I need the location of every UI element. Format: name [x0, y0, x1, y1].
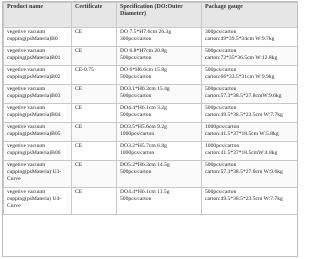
product-name-cell: vegetive vacuum cupping(psMateria)B05 [3, 122, 72, 142]
specification-cell: DO4.4*H6.1cm 3.2g 500pcs/carton [116, 103, 202, 123]
package-line: 500pcs/carton [205, 86, 237, 92]
package-line: carton:57.3*38.5*27.8cmW:9.6kg [205, 93, 282, 99]
certificate-cell: CE [71, 122, 117, 142]
table-row: vegetive vacuum cupping(psMateria)B03 CE… [3, 84, 297, 104]
table-row: vegetive vacuum cupping(psMateria) U3-Cu… [3, 160, 297, 188]
certificate-cell: CE [71, 141, 117, 161]
table-row: vegetive vacuum cupping(psMateria) U4-Cu… [3, 187, 297, 215]
package-gauge-cell: 500pcs/carton carton:57.3*38.5*27.8cmW:9… [201, 84, 297, 104]
product-name-cell: vegetive vacuum cupping(psMateria)B06 [3, 141, 72, 161]
spec-line: 1000pcs/carton [120, 150, 155, 156]
product-name-cell: vegetive vacuum cupping(psMateria)B01 [3, 46, 72, 66]
spec-line: DO4.4*H6.1cm 3.2g [120, 105, 167, 111]
spec-line: 500pcs/carton [120, 169, 152, 175]
spec-line: 500pcs/carton [120, 93, 152, 99]
table-header-row: Product name Certificate Specification (… [3, 2, 297, 28]
package-line: 500pcs/carton [205, 48, 237, 54]
certificate-cell: CE-0.75 [71, 65, 117, 85]
certificate-cell: CE [71, 27, 117, 47]
spec-line: DO3.5*H5.6cm 9.2g [120, 124, 167, 130]
table-row: vegetive vacuum cupping(psMateria)B01 CE… [3, 46, 297, 66]
product-name-cell: vegetive vacuum cupping(psMateria)B03 [3, 84, 72, 104]
table-row: vegetive vacuum cupping(psMateria)B0 CE … [3, 27, 297, 47]
spec-line: 500pcs/carton [120, 74, 152, 80]
package-line: 1000pcs/carton [205, 124, 240, 130]
certificate-cell: CE [71, 187, 117, 215]
spec-line: DO 7.5*H7.6cm 26.3g [120, 29, 172, 35]
specification-cell: DO3.2*H5.7cm 6.8g 1000pcs/carton [116, 141, 202, 161]
spec-line: DO4.4*H6.1cm 11.5g [120, 189, 170, 195]
package-line: 500pcs/carton [205, 162, 237, 168]
package-line: carton:41.5*37*18.5cm W:5.8kg [205, 131, 279, 137]
specification-cell: DO5.2*H6.3cm 14.5g 500pcs/carton [116, 160, 202, 188]
package-gauge-cell: 1000pcs/carton carton:41.5*37*18.5cm W:5… [201, 122, 297, 142]
package-line: 500pcs/carton [205, 105, 237, 111]
spec-line: DO5.2*H6.3cm 14.5g [120, 162, 170, 168]
spec-line: 1000pcs/carton [120, 131, 155, 137]
package-line: carton:66*33.5*31cm W:9.9kg [205, 74, 275, 80]
table-row: vegetive vacuum cupping(psMateria)B05 CE… [3, 122, 297, 142]
spec-line: DO3.1*H6.3cm 15.4g [120, 86, 170, 92]
spec-line: 300pcs/carton [120, 36, 152, 42]
certificate-cell: CE [71, 103, 117, 123]
certificate-cell: CE [71, 46, 117, 66]
specification-cell: DO 6*H6.6cm 15.8g 500pcs/carton [116, 65, 202, 85]
package-line: carton:49*39.5*34cm W:9.7kg [205, 36, 275, 42]
package-gauge-cell: 500pcs/carton carton:49.5*38.5*23.5cm W:… [201, 103, 297, 123]
product-spec-table-frame: Product name Certificate Specification (… [2, 1, 298, 257]
product-spec-table: Product name Certificate Specification (… [3, 2, 297, 215]
package-gauge-cell: 500pcs/carton carton:49.5*38.5*23.5cm W:… [201, 187, 297, 215]
package-gauge-cell: 500pcs/carton carton:66*33.5*31cm W:9.9k… [201, 65, 297, 85]
package-line: carton:57.3*38.5*27.8cm W:9.6kg [205, 169, 283, 175]
package-line: 500pcs/carton [205, 67, 237, 73]
table-row: vegetive vacuum cupping(psMateria)B02 CE… [3, 65, 297, 85]
product-name-cell: vegetive vacuum cupping(psMateria)B02 [3, 65, 72, 85]
package-line: 1000pcs/carton [205, 143, 240, 149]
column-header-package-gauge: Package gauge [201, 2, 297, 28]
package-line: carton:41.5*37*18.5cmW:4.8kg [205, 150, 278, 156]
spec-line: 500pcs/carton [120, 196, 152, 202]
column-header-certificate: Certificate [71, 2, 117, 28]
specification-cell: DO4.4*H6.1cm 11.5g 500pcs/carton [116, 187, 202, 215]
specification-cell: DO 7.5*H7.6cm 26.3g 300pcs/carton [116, 27, 202, 47]
certificate-cell: CE [71, 160, 117, 188]
product-name-cell: vegetive vacuum cupping(psMateria) U4-Cu… [3, 187, 72, 215]
spec-line: DO3.2*H5.7cm 6.8g [120, 143, 167, 149]
spec-line: 500pcs/carton [120, 112, 152, 118]
certificate-cell: CE [71, 84, 117, 104]
package-gauge-cell: 500pcs/carton carton:72*35*36.5cm W:12.8… [201, 46, 297, 66]
package-line: carton:72*35*36.5cm W:12.8kg [205, 55, 278, 61]
spec-line: 500pcs/carton [120, 55, 152, 61]
specification-cell: DO3.5*H5.6cm 9.2g 1000pcs/carton [116, 122, 202, 142]
specification-cell: DO3.1*H6.3cm 15.4g 500pcs/carton [116, 84, 202, 104]
spec-line: DO 6.8*H7cm 20.8g [120, 48, 167, 54]
column-header-specification: Specification (DO:Outer Diameter) [116, 2, 202, 28]
package-line: carton:49.5*38.5*23.5cm W:7.7kg [205, 112, 283, 118]
package-line: 500pcs/carton [205, 189, 237, 195]
table-row: vegetive vacuum cupping(psMateria)B04 CE… [3, 103, 297, 123]
package-line: carton:49.5*38.5*23.5cm W:7.7kg [205, 196, 283, 202]
column-header-product-name: Product name [3, 2, 72, 28]
package-line: 300pcs/carton [205, 29, 237, 35]
specification-cell: DO 6.8*H7cm 20.8g 500pcs/carton [116, 46, 202, 66]
product-name-cell: vegetive vacuum cupping(psMateria)B0 [3, 27, 72, 47]
product-name-cell: vegetive vacuum cupping(psMateria)B04 [3, 103, 72, 123]
package-gauge-cell: 500pcs/carton carton:57.3*38.5*27.8cm W:… [201, 160, 297, 188]
table-row: vegetive vacuum cupping(psMateria)B06 CE… [3, 141, 297, 161]
product-name-cell: vegetive vacuum cupping(psMateria) U3-Cu… [3, 160, 72, 188]
spec-line: DO 6*H6.6cm 15.8g [120, 67, 167, 73]
package-gauge-cell: 1000pcs/carton carton:41.5*37*18.5cmW:4.… [201, 141, 297, 161]
package-gauge-cell: 300pcs/carton carton:49*39.5*34cm W:9.7k… [201, 27, 297, 47]
